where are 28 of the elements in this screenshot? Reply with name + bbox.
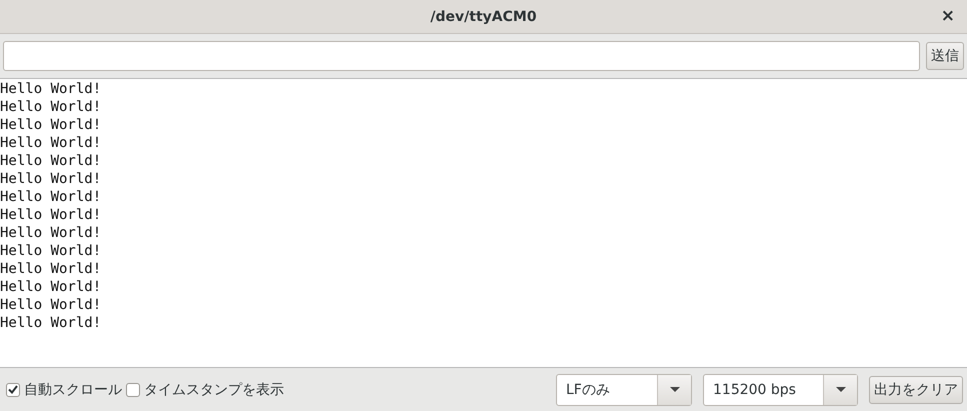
- output-line: Hello World!: [0, 206, 102, 224]
- close-button[interactable]: ×: [938, 7, 957, 25]
- output-line: Hello World!: [0, 242, 102, 260]
- input-field[interactable]: [3, 41, 920, 71]
- clear-output-button[interactable]: 出力をクリア: [869, 376, 963, 404]
- output-line: Hello World!: [0, 170, 102, 188]
- output-line: Hello World!: [0, 152, 102, 170]
- caret-icon: [836, 387, 846, 392]
- output-line: Hello World!: [0, 80, 102, 98]
- output-line: Hello World!: [0, 134, 102, 152]
- output-line: Hello World!: [0, 224, 102, 242]
- output-line: Hello World!: [0, 188, 102, 206]
- output-line: Hello World!: [0, 98, 102, 116]
- output-line: Hello World!: [0, 314, 102, 332]
- dropdown[interactable]: 115200 bps: [703, 374, 858, 406]
- caret-icon: [670, 387, 680, 392]
- window-title: /dev/ttyACM0: [430, 8, 537, 24]
- output-line: Hello World!: [0, 116, 102, 134]
- send-button[interactable]: 送信: [926, 42, 964, 70]
- output-line: Hello World!: [0, 278, 102, 296]
- dropdown[interactable]: LFのみ: [556, 374, 692, 406]
- checkmark-icon: [8, 385, 18, 394]
- checkbox[interactable]: [6, 382, 20, 396]
- output-line: Hello World!: [0, 296, 102, 314]
- checkbox-label: 自動スクロール: [24, 380, 122, 398]
- output-line: Hello World!: [0, 260, 102, 278]
- checkbox[interactable]: [126, 382, 140, 396]
- checkbox-label: タイムスタンプを表示: [144, 380, 284, 398]
